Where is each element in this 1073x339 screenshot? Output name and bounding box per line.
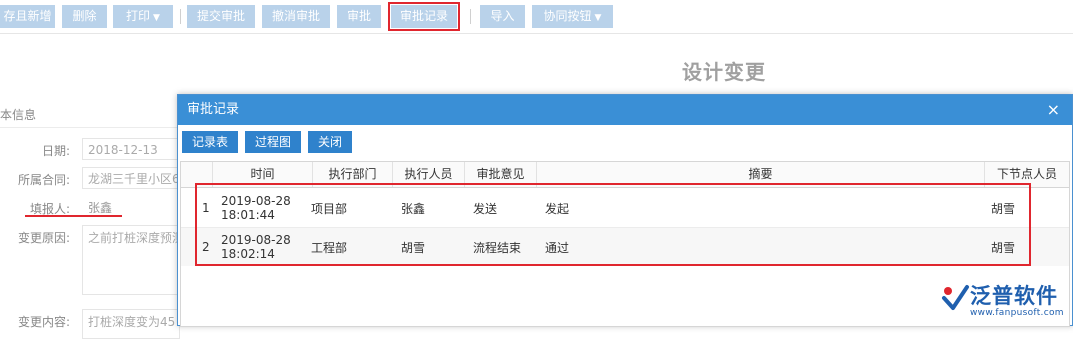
dialog-header: 审批记录 × (178, 95, 1072, 125)
column-header: 摘要 (537, 162, 985, 187)
section-divider (0, 127, 180, 128)
department-cell: 项目部 (311, 201, 348, 216)
toolbar-divider (180, 9, 181, 24)
save-and-new-button[interactable]: 存且新增 (0, 5, 55, 28)
import-button[interactable]: 导入 (480, 5, 525, 28)
change-reason-field[interactable]: 之前打桩深度预测 (82, 225, 180, 295)
brand-logo: 泛普软件 www.fanpusoft.com (940, 278, 1073, 326)
chevron-down-icon: ▼ (594, 13, 602, 23)
opinion-cell: 流程结束 (473, 240, 522, 255)
reporter-highlight (25, 215, 122, 217)
column-header: 执行部门 (313, 162, 393, 187)
logo-url: www.fanpusoft.com (970, 308, 1064, 318)
process-chart-button[interactable]: 过程图 (245, 131, 301, 153)
column-header: 审批意见 (465, 162, 537, 187)
date-field[interactable]: 2018-12-13 (82, 138, 180, 160)
document-title: 设计变更 (682, 60, 766, 84)
contract-label: 所属合同: (17, 173, 70, 187)
toolbar-divider (470, 9, 471, 24)
row-number: 1 (202, 201, 210, 215)
column-header: 下节点人员 (996, 167, 1057, 181)
collaborate-button[interactable]: 协同按钮 ▼ (532, 5, 613, 28)
person-cell: 胡雪 (401, 240, 426, 255)
column-header: 时间 (213, 162, 313, 187)
table-row[interactable]: 2 2019-08-28 18:02:14 工程部 胡雪 流程结束 通过 胡雪 (181, 228, 1069, 266)
logo-mark-icon (942, 285, 969, 310)
date-label: 日期: (41, 144, 70, 158)
close-icon[interactable]: × (1047, 95, 1060, 125)
dialog-title: 审批记录 (187, 102, 240, 117)
row-number-header (181, 162, 213, 187)
table-row[interactable]: 1 2019-08-28 18:01:44 项目部 张鑫 发送 发起 胡雪 (181, 189, 1069, 228)
summary-cell: 发起 (545, 201, 570, 216)
record-table-button[interactable]: 记录表 (182, 131, 238, 153)
table-header: 时间 执行部门 执行人员 审批意见 摘要 下节点人员 (181, 162, 1069, 188)
row-number: 2 (202, 240, 210, 254)
time-cell: 2019-08-28 18:01:44 (221, 194, 291, 222)
opinion-cell: 发送 (473, 201, 498, 216)
toolbar: 存且新增 删除 打印 ▼ 提交审批 撤消审批 审批 审批记录 导入 协同按钮 ▼ (0, 0, 1073, 34)
column-header: 执行人员 (393, 162, 465, 187)
contract-field[interactable]: 龙湖三千里小区6 (82, 167, 180, 189)
logo-name: 泛普软件 (970, 284, 1058, 308)
summary-cell: 通过 (545, 240, 570, 255)
change-content-label: 变更内容: (17, 315, 70, 329)
revoke-approval-button[interactable]: 撤消审批 (262, 5, 330, 28)
chevron-down-icon: ▼ (153, 13, 160, 23)
approve-button[interactable]: 审批 (337, 5, 381, 28)
next-person-cell: 胡雪 (991, 201, 1016, 216)
person-cell: 张鑫 (401, 201, 426, 216)
section-title: 本信息 (0, 108, 37, 122)
change-reason-label: 变更原因: (17, 231, 70, 245)
submit-approval-button[interactable]: 提交审批 (187, 5, 255, 28)
time-cell: 2019-08-28 18:02:14 (221, 233, 291, 261)
next-person-cell: 胡雪 (991, 240, 1016, 255)
print-button[interactable]: 打印 ▼ (113, 5, 173, 28)
approval-record-button[interactable]: 审批记录 (388, 2, 460, 31)
department-cell: 工程部 (311, 240, 348, 255)
delete-button[interactable]: 删除 (62, 5, 107, 28)
approval-record-dialog: 审批记录 × 记录表 过程图 关闭 时间 执行部门 执行人员 审批意见 摘要 下… (177, 94, 1073, 327)
close-button[interactable]: 关闭 (308, 131, 352, 153)
approval-table: 时间 执行部门 执行人员 审批意见 摘要 下节点人员 1 2019-08-28 1… (180, 161, 1070, 327)
change-content-field[interactable]: 打桩深度变为45 (82, 309, 180, 339)
